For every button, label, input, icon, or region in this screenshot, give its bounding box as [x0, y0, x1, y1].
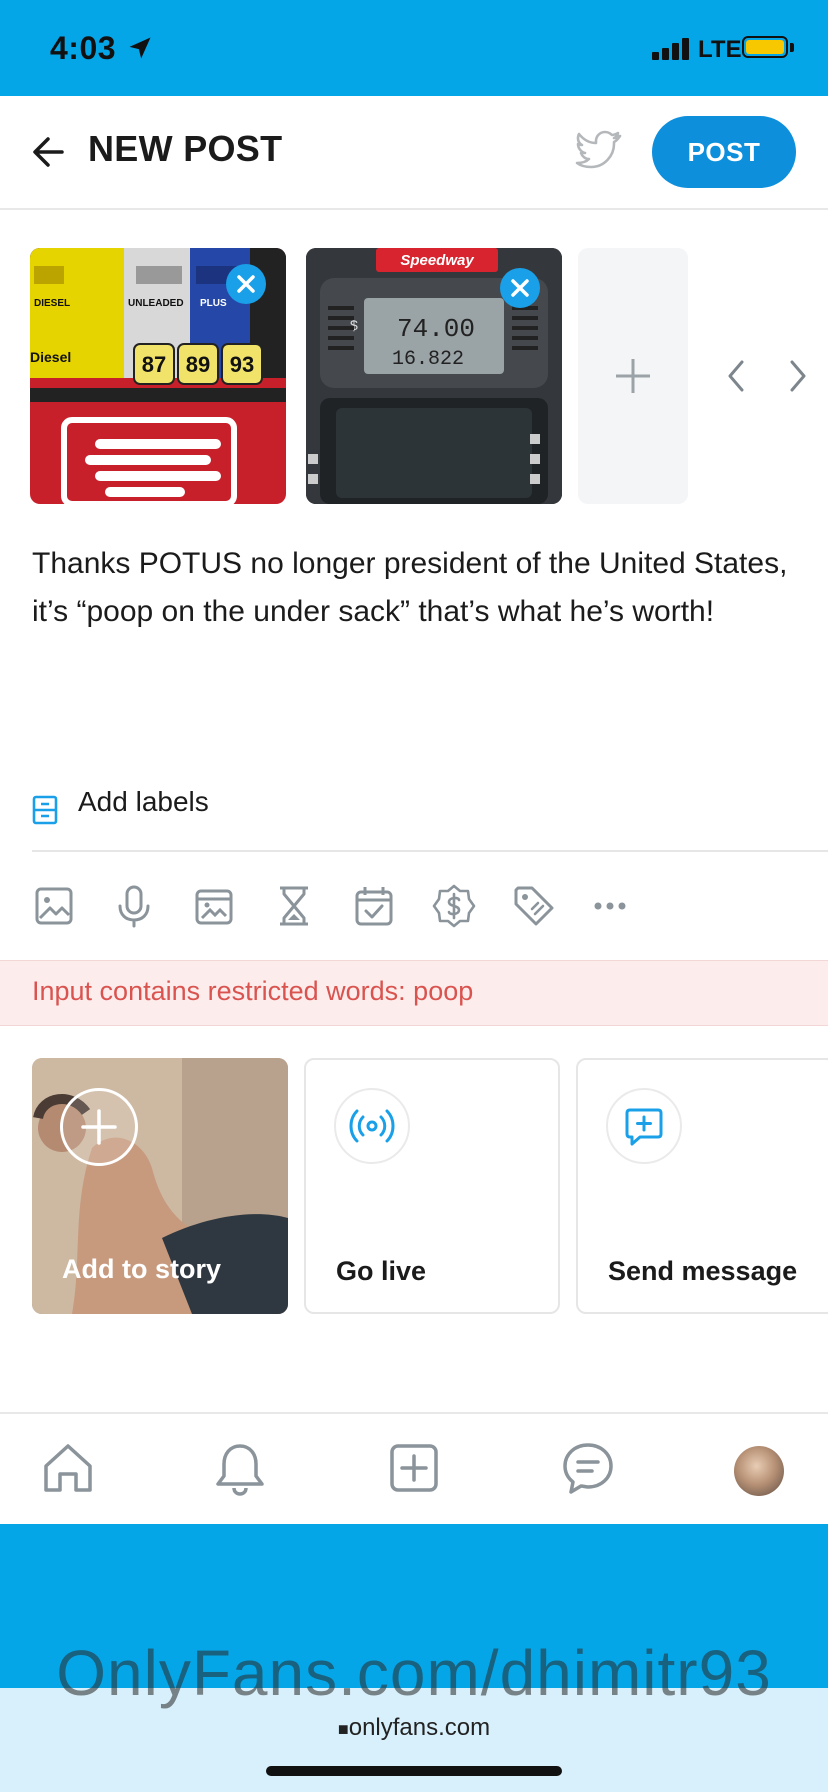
speedway-brand: Speedway [400, 252, 474, 269]
add-message-icon [625, 1108, 663, 1146]
watermark: OnlyFans.com/dhimitr93 [56, 1637, 772, 1709]
avatar[interactable] [734, 1446, 784, 1496]
add-post-icon[interactable] [386, 1440, 442, 1496]
warning-text: Input contains restricted words: poop [32, 976, 474, 1006]
pump-label-unleaded: UNLEADED [128, 298, 184, 309]
post-text-input[interactable]: Thanks POTUS no longer president of the … [32, 540, 796, 636]
microphone-icon[interactable] [112, 884, 156, 928]
remove-media-button[interactable] [500, 268, 540, 308]
twitter-icon[interactable] [574, 130, 624, 174]
send-message-label: Send message [608, 1256, 798, 1286]
more-options-icon[interactable] [588, 884, 632, 928]
post-button[interactable]: POST [652, 116, 796, 188]
close-icon [237, 275, 255, 293]
network-type: LTE [698, 36, 742, 63]
plus-icon [616, 359, 650, 393]
battery-icon [742, 36, 788, 58]
calendar-icon[interactable] [352, 884, 396, 928]
hourglass-icon[interactable] [272, 884, 316, 928]
home-icon[interactable] [40, 1440, 96, 1496]
image-icon[interactable] [32, 884, 76, 928]
pump-label-diesel-2: Diesel [30, 349, 71, 365]
grade-87: 87 [142, 352, 166, 377]
messages-icon[interactable] [560, 1440, 616, 1496]
chevron-left-icon[interactable] [722, 356, 750, 396]
tag-icon[interactable] [512, 884, 556, 928]
page-title: NEW POST [88, 128, 283, 169]
remove-media-button[interactable] [226, 264, 266, 304]
add-labels-button[interactable]: Add labels [78, 786, 209, 818]
chevron-right-icon[interactable] [784, 356, 812, 396]
grade-89: 89 [186, 352, 210, 377]
price-badge-icon[interactable] [432, 884, 476, 928]
broadcast-icon [349, 1109, 395, 1143]
home-indicator[interactable] [266, 1766, 562, 1776]
grade-93: 93 [230, 352, 254, 377]
media-thumbnail-gas-pump[interactable]: DIESEL UNLEADED PLUS Diesel 87 89 93 [30, 248, 286, 504]
status-time: 4:03 [50, 30, 117, 66]
live-icon-wrap [334, 1088, 410, 1164]
sale-amount: 74.00 [397, 314, 475, 344]
battery-cap [790, 43, 794, 52]
notifications-bell-icon[interactable] [212, 1440, 268, 1496]
labels-icon[interactable] [32, 790, 58, 830]
plus-icon [81, 1109, 117, 1145]
lock-icon: ■ [337, 1719, 349, 1739]
location-arrow-icon [129, 37, 151, 59]
add-media-button[interactable] [578, 248, 688, 504]
url-text: ■onlyfans.com [0, 1714, 828, 1742]
gallons-amount: 16.822 [392, 348, 464, 371]
message-icon-wrap [606, 1088, 682, 1164]
pump-label-diesel: DIESEL [34, 298, 70, 309]
close-icon [511, 279, 529, 297]
media-thumbnail-pump-display[interactable]: Speedway 74.00 16.822 $ [306, 248, 562, 504]
go-live-label: Go live [336, 1256, 427, 1286]
add-to-story-label: Add to story [62, 1254, 221, 1284]
pump-label-plus: PLUS [200, 298, 227, 309]
go-live-card[interactable]: Go live [304, 1058, 560, 1314]
back-arrow-icon[interactable] [28, 132, 68, 172]
send-message-card[interactable]: Send message [576, 1058, 828, 1314]
add-to-story-card[interactable]: Add to story [32, 1058, 288, 1314]
vault-icon[interactable] [192, 884, 236, 928]
add-story-button[interactable] [60, 1088, 138, 1166]
divider [32, 850, 828, 852]
url-domain: onlyfans.com [348, 1714, 491, 1741]
signal-strength-icon [652, 38, 689, 60]
